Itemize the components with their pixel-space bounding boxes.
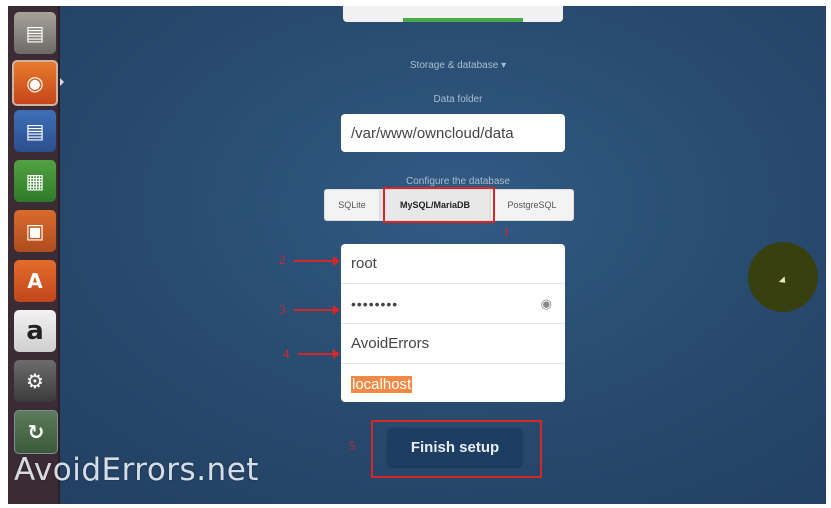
annotation-box-db xyxy=(383,187,495,223)
db-password-input[interactable]: •••••••• ◉ xyxy=(341,284,565,324)
updater-icon: ↻ xyxy=(27,420,45,444)
gear-icon: ⚙ xyxy=(26,369,44,393)
annotation-number-2: 2 xyxy=(279,252,286,267)
finish-setup-button[interactable]: Finish setup xyxy=(388,428,522,466)
annotation-arrow-3 xyxy=(294,305,340,315)
files-icon: ▤ xyxy=(25,21,45,45)
db-option-postgresql[interactable]: PostgreSQL xyxy=(490,189,574,221)
launcher-impress-button[interactable]: ▣ xyxy=(14,210,56,252)
db-name-input[interactable]: AvoidErrors xyxy=(341,324,565,364)
launcher-updater-button[interactable]: ↻ xyxy=(14,410,58,454)
db-host-value: localhost xyxy=(351,375,413,393)
annotation-arrow-2 xyxy=(294,256,340,266)
db-option-sqlite[interactable]: SQLite xyxy=(324,189,380,221)
amazon-icon: a xyxy=(26,316,44,346)
db-user-value: root xyxy=(351,255,377,272)
annotation-arrow-4 xyxy=(298,349,340,359)
configure-database-label: Configure the database xyxy=(406,176,510,187)
unity-launcher: ▤ ◉ ▤ ▦ ▣ A a ⚙ ↻ xyxy=(8,6,64,504)
annotation-number-1: 1 xyxy=(503,224,510,239)
impress-icon: ▣ xyxy=(25,219,45,243)
launcher-files-button[interactable]: ▤ xyxy=(14,12,56,54)
launcher-settings-button[interactable]: ⚙ xyxy=(14,360,56,402)
annotation-number-5: 5 xyxy=(349,438,356,453)
software-center-icon: A xyxy=(27,269,43,293)
password-strength-bar xyxy=(343,6,563,22)
data-folder-input[interactable]: /var/www/owncloud/data xyxy=(341,114,565,152)
writer-icon: ▤ xyxy=(25,119,45,143)
firefox-icon: ◉ xyxy=(26,71,44,95)
watermark-text: AvoidErrors.net xyxy=(14,452,259,488)
db-host-input[interactable]: localhost xyxy=(341,364,565,402)
launcher-writer-button[interactable]: ▤ xyxy=(14,110,56,152)
calc-icon: ▦ xyxy=(25,169,45,193)
annotation-number-4: 4 xyxy=(283,346,290,361)
db-password-value: •••••••• xyxy=(351,295,399,312)
launcher-calc-button[interactable]: ▦ xyxy=(14,160,56,202)
launcher-amazon-button[interactable]: a xyxy=(14,310,56,352)
db-name-value: AvoidErrors xyxy=(351,335,430,352)
active-app-indicator xyxy=(60,78,64,86)
password-strength-fill xyxy=(403,18,523,22)
storage-database-toggle[interactable]: Storage & database ▾ xyxy=(368,60,548,71)
annotation-number-3: 3 xyxy=(279,302,286,317)
db-user-input[interactable]: root xyxy=(341,244,565,284)
launcher-software-center-button[interactable]: A xyxy=(14,260,56,302)
launcher-firefox-button[interactable]: ◉ xyxy=(12,60,58,106)
database-credentials-panel: root •••••••• ◉ AvoidErrors localhost xyxy=(341,244,565,402)
eye-icon[interactable]: ◉ xyxy=(541,296,553,312)
data-folder-label: Data folder xyxy=(433,94,483,105)
screen-frame: ▤ ◉ ▤ ▦ ▣ A a ⚙ ↻ Storage & database ▾ D… xyxy=(8,6,826,504)
